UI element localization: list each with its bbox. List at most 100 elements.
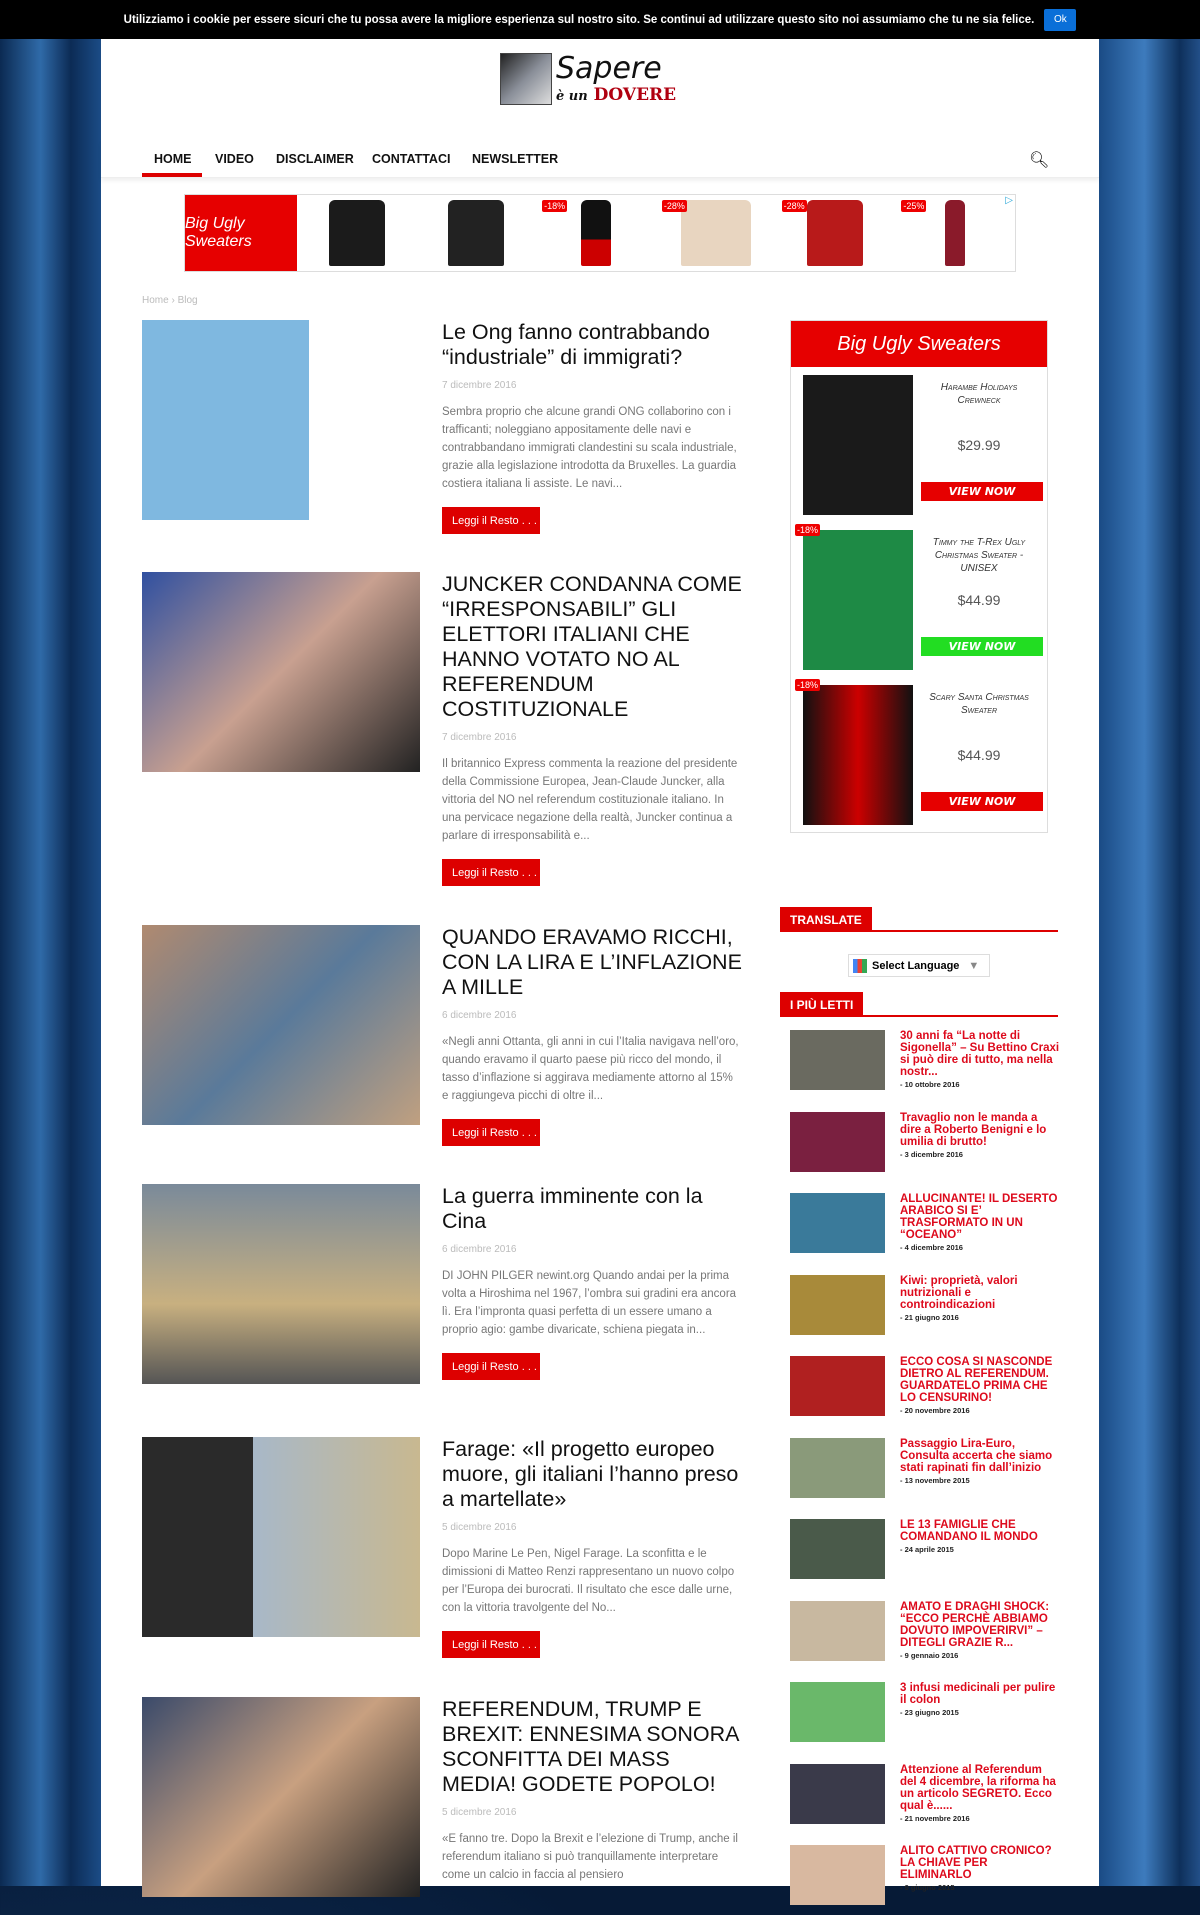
read-more-button[interactable]: Leggi il Resto . . . — [442, 1631, 540, 1658]
popular-item: Passaggio Lira-Euro, Consulta accerta ch… — [790, 1437, 1058, 1508]
view-now-button[interactable]: VIEW NOW — [921, 637, 1043, 656]
article-excerpt: Sembra proprio che alcune grandi ONG col… — [442, 406, 737, 490]
popular-thumbnail[interactable] — [790, 1600, 885, 1661]
sidebar-ad-item[interactable]: Harambe Holidays Crewneck $29.99 VIEW NO… — [791, 367, 1047, 522]
popular-title[interactable]: LE 13 FAMIGLIE CHE COMANDANO IL MONDO — [900, 1519, 1038, 1543]
popular-item: ALLUCINANTE! IL DESERTO ARABICO SI E’ TR… — [790, 1193, 1058, 1263]
popular-date: - 9 giugno 2015 — [900, 1883, 955, 1892]
read-more-button[interactable]: Leggi il Resto . . . — [442, 1119, 540, 1146]
popular-title[interactable]: ALLUCINANTE! IL DESERTO ARABICO SI E’ TR… — [900, 1193, 1057, 1241]
popular-thumbnail[interactable] — [790, 1030, 885, 1090]
popular-widget-title: I PIÙ LETTI — [780, 992, 1058, 1017]
article-thumbnail[interactable] — [142, 572, 420, 772]
popular-title[interactable]: 30 anni fa “La notte di Sigonella” – Su … — [900, 1030, 1059, 1078]
popular-date: - 9 gennaio 2016 — [900, 1650, 959, 1660]
product-name: Timmy the T-Rex Ugly Christmas Sweater -… — [932, 537, 1026, 574]
popular-title[interactable]: Attenzione al Referendum del 4 dicembre,… — [900, 1764, 1056, 1812]
article-thumbnail[interactable] — [142, 925, 420, 1125]
article-title[interactable]: Le Ong fanno contrabbando “industriale” … — [442, 320, 742, 370]
breadcrumb-separator: › — [171, 295, 175, 306]
discount-badge: -18% — [795, 679, 821, 691]
background-map — [1099, 39, 1200, 1886]
popular-date: - 24 aprile 2015 — [900, 1545, 954, 1554]
product-image[interactable] — [803, 530, 913, 670]
nav-home[interactable]: HOME — [154, 152, 192, 166]
read-more-button[interactable]: Leggi il Resto . . . — [442, 507, 540, 534]
cookie-ok-button[interactable]: Ok — [1044, 8, 1077, 31]
popular-title[interactable]: Passaggio Lira-Euro, Consulta accerta ch… — [900, 1438, 1052, 1474]
sidebar-ad-item[interactable]: -18% Timmy the T-Rex Ugly Christmas Swea… — [791, 522, 1047, 677]
ad-product[interactable]: -28% — [656, 198, 776, 268]
site-logo[interactable]: Sapere è un DOVERE — [500, 51, 698, 105]
view-now-button[interactable]: VIEW NOW — [921, 482, 1043, 501]
article-thumbnail[interactable] — [142, 1437, 420, 1637]
popular-thumbnail[interactable] — [790, 1356, 885, 1416]
background-map — [0, 39, 101, 1886]
popular-title[interactable]: ALITO CATTIVO CRONICO? LA CHIAVE PER ELI… — [900, 1845, 1052, 1881]
article-title[interactable]: La guerra imminente con la Cina — [442, 1184, 742, 1234]
article-excerpt: Dopo Marine Le Pen, Nigel Farage. La sco… — [442, 1548, 735, 1614]
product-price: $44.99 — [957, 592, 1001, 608]
adchoices-icon[interactable]: ▷ — [1005, 195, 1013, 206]
sidebar-ad-brand: Big Ugly Sweaters — [791, 321, 1047, 367]
article-date: 6 dicembre 2016 — [442, 1010, 517, 1021]
read-more-button[interactable]: Leggi il Resto . . . — [442, 859, 540, 886]
article-thumbnail[interactable] — [142, 1184, 420, 1384]
google-icon — [853, 958, 867, 973]
ad-product[interactable]: -28% — [776, 198, 896, 268]
product-image[interactable] — [803, 375, 913, 515]
breadcrumb-home[interactable]: Home — [142, 295, 169, 306]
popular-title[interactable]: AMATO E DRAGHI SHOCK: “ECCO PERCHÈ ABBIA… — [900, 1601, 1049, 1649]
sidebar-ad[interactable]: Big Ugly Sweaters Harambe Holidays Crewn… — [790, 320, 1048, 833]
sidebar-ad-item[interactable]: -18% Scary Santa Christmas Sweater $44.9… — [791, 677, 1047, 832]
popular-date: - 13 novembre 2015 — [900, 1475, 970, 1485]
language-select[interactable]: Select Language ▼ — [848, 954, 990, 977]
popular-date: - 21 giugno 2016 — [900, 1312, 959, 1322]
popular-thumbnail[interactable] — [790, 1763, 885, 1824]
article-thumbnail[interactable] — [142, 1697, 420, 1897]
article-date: 5 dicembre 2016 — [442, 1807, 517, 1818]
ad-product[interactable] — [416, 198, 536, 268]
language-select-label: Select Language — [872, 959, 960, 972]
article-thumbnail[interactable] — [142, 320, 420, 520]
popular-thumbnail[interactable] — [790, 1193, 885, 1253]
popular-thumbnail[interactable] — [790, 1274, 885, 1335]
article-title[interactable]: REFERENDUM, TRUMP E BREXIT: ENNESIMA SON… — [442, 1697, 742, 1797]
ad-product[interactable]: -18% — [536, 198, 656, 268]
product-price: $29.99 — [957, 437, 1001, 453]
discount-badge: -25% — [901, 200, 927, 212]
search-icon[interactable]: 🔍︎ — [1029, 150, 1049, 170]
popular-title[interactable]: ECCO COSA SI NASCONDE DIETRO AL REFEREND… — [900, 1356, 1052, 1404]
view-now-button[interactable]: VIEW NOW — [921, 792, 1043, 811]
nav-disclaimer[interactable]: DISCLAIMER — [276, 152, 354, 166]
popular-date: - 4 dicembre 2016 — [900, 1243, 963, 1252]
popular-title[interactable]: 3 infusi medicinali per pulire il colon — [900, 1682, 1055, 1706]
article-excerpt: «E fanno tre. Dopo la Brexit e l’elezion… — [442, 1833, 738, 1881]
page-container: Sapere è un DOVERE HOME VIDEO DISCLAIMER… — [101, 39, 1099, 1905]
ad-product[interactable]: -25% — [895, 198, 1015, 268]
nav-video[interactable]: VIDEO — [215, 152, 254, 166]
popular-thumbnail[interactable] — [790, 1845, 885, 1905]
article-excerpt: DI JOHN PILGER newint.org Quando andai p… — [442, 1270, 737, 1336]
popular-thumbnail[interactable] — [790, 1437, 885, 1498]
popular-title[interactable]: Travaglio non le manda a dire a Roberto … — [900, 1112, 1046, 1148]
article-title[interactable]: QUANDO ERAVAMO RICCHI, CON LA LIRA E L’I… — [442, 925, 742, 1000]
read-more-button[interactable]: Leggi il Resto . . . — [442, 1353, 540, 1380]
popular-item: LE 13 FAMIGLIE CHE COMANDANO IL MONDO - … — [790, 1519, 1058, 1589]
popular-date: - 21 novembre 2016 — [900, 1813, 970, 1823]
article-title[interactable]: JUNCKER CONDANNA COME “IRRESPONSABILI” G… — [442, 572, 742, 722]
popular-thumbnail[interactable] — [790, 1519, 885, 1579]
nav-active-indicator — [142, 173, 202, 177]
breadcrumb-current: Blog — [177, 295, 198, 306]
product-image[interactable] — [803, 685, 913, 825]
popular-date: - 23 giugno 2015 — [900, 1708, 959, 1717]
popular-title[interactable]: Kiwi: proprietà, valori nutrizionali e c… — [900, 1275, 1018, 1311]
popular-thumbnail[interactable] — [790, 1111, 885, 1172]
popular-thumbnail[interactable] — [790, 1682, 885, 1742]
ad-banner[interactable]: Big Ugly Sweaters -18% -28% -28% -25% ▷ — [184, 194, 1016, 272]
popular-item: 3 infusi medicinali per pulire il colon … — [790, 1682, 1058, 1752]
nav-newsletter[interactable]: NEWSLETTER — [472, 152, 558, 166]
article-title[interactable]: Farage: «Il progetto europeo muore, gli … — [442, 1437, 742, 1512]
nav-contattaci[interactable]: CONTATTACI — [372, 152, 450, 166]
ad-product[interactable] — [297, 198, 417, 268]
